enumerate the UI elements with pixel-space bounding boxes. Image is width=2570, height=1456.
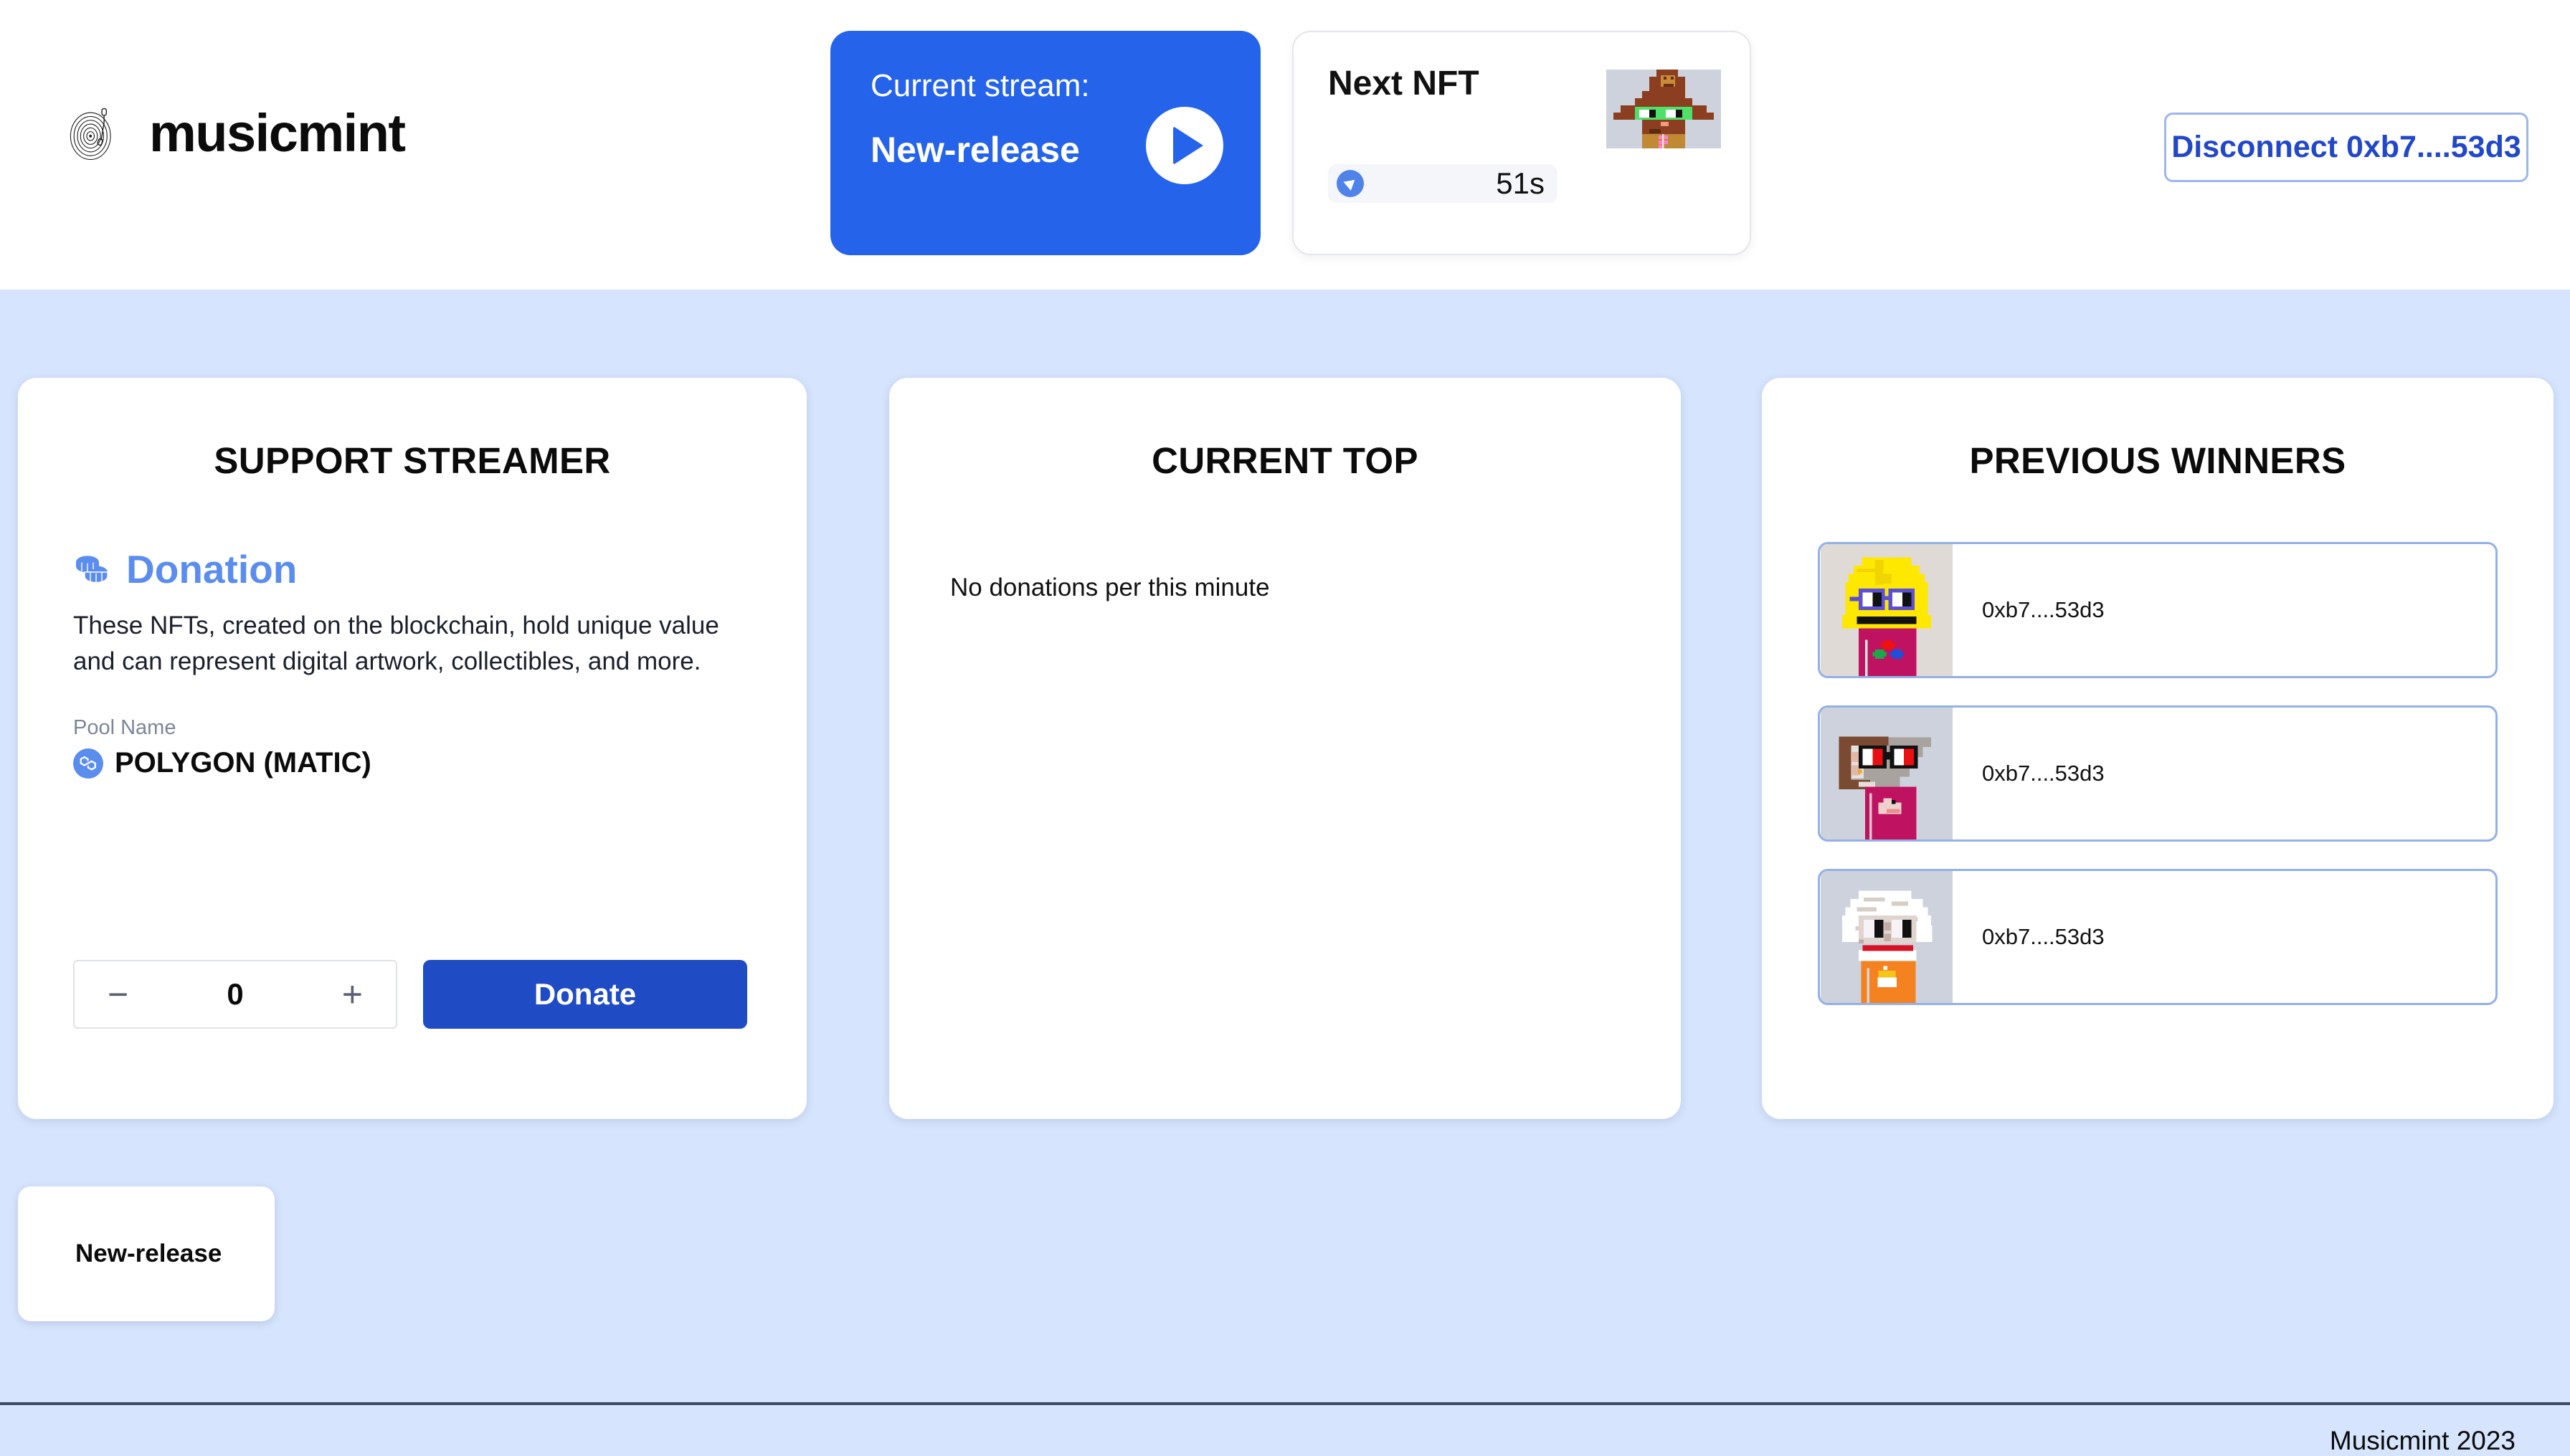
donation-heading-row: Donation xyxy=(73,546,807,592)
quantity-stepper[interactable]: − 0 + xyxy=(73,960,397,1029)
vinyl-record-icon xyxy=(70,108,111,161)
footer-divider xyxy=(0,1402,2570,1405)
increment-button[interactable]: + xyxy=(338,976,367,1012)
donation-description: These NFTs, created on the blockchain, h… xyxy=(73,612,719,675)
disconnect-wallet-button[interactable]: Disconnect 0xb7....53d3 xyxy=(2164,113,2528,182)
footer-copyright: Musicmint 2023 xyxy=(2329,1426,2516,1455)
previous-winners-card: PREVIOUS WINNERS 0xb7....53d3 0xb7....53… xyxy=(1762,378,2554,1119)
support-streamer-title: SUPPORT STREAMER xyxy=(214,440,611,481)
next-nft-countdown-bar: 51s xyxy=(1328,164,1557,203)
winner-address: 0xb7....53d3 xyxy=(1982,597,2105,622)
pool-name-value: POLYGON (MATIC) xyxy=(115,747,371,779)
timer-icon xyxy=(1337,170,1364,197)
winner-avatar-yellow xyxy=(1821,544,1953,676)
winner-avatar-white xyxy=(1821,871,1953,1003)
winner-avatar-brown xyxy=(1821,708,1953,839)
pool-name-label: Pool Name xyxy=(73,716,176,740)
brand-logo[interactable]: musicmint xyxy=(60,99,406,168)
winner-address: 0xb7....53d3 xyxy=(1982,924,2105,949)
donate-button[interactable]: Donate xyxy=(423,960,747,1029)
main-content: SUPPORT STREAMER Donation These NFTs, cr… xyxy=(0,290,2570,1455)
play-icon xyxy=(1173,126,1203,165)
next-nft-thumbnail xyxy=(1606,70,1721,148)
previous-winners-list: 0xb7....53d3 0xb7....53d3 0xb7....53d3 xyxy=(1762,542,2554,1005)
stream-chip-label: New-release xyxy=(75,1239,222,1267)
previous-winners-title: PREVIOUS WINNERS xyxy=(1969,440,2346,481)
donation-action-row: − 0 + Donate xyxy=(73,960,747,1029)
current-stream-card: Current stream: New-release xyxy=(830,31,1261,255)
coins-icon xyxy=(76,556,108,584)
quantity-value: 0 xyxy=(227,977,244,1011)
pool-row: POLYGON (MATIC) xyxy=(73,747,807,779)
polygon-icon xyxy=(73,748,103,779)
app-header: musicmint Current stream: New-release Ne… xyxy=(0,0,2570,290)
winner-row[interactable]: 0xb7....53d3 xyxy=(1818,705,2498,842)
winner-address: 0xb7....53d3 xyxy=(1982,761,2105,786)
decrement-button[interactable]: − xyxy=(103,976,133,1012)
donation-heading: Donation xyxy=(126,547,298,591)
winner-row[interactable]: 0xb7....53d3 xyxy=(1818,542,2498,678)
brand-name: musicmint xyxy=(149,103,406,163)
current-top-empty-message: No donations per this minute xyxy=(950,574,1270,601)
next-nft-countdown: 51s xyxy=(1496,166,1545,200)
current-stream-label: Current stream: xyxy=(871,68,1090,103)
play-button[interactable] xyxy=(1146,107,1223,184)
next-nft-card: Next NFT 51s xyxy=(1292,31,1751,255)
stream-chip[interactable]: New-release xyxy=(18,1186,275,1321)
current-top-title: CURRENT TOP xyxy=(1152,440,1418,481)
support-streamer-card: SUPPORT STREAMER Donation These NFTs, cr… xyxy=(18,378,807,1119)
current-top-card: CURRENT TOP No donations per this minute xyxy=(889,378,1681,1119)
winner-row[interactable]: 0xb7....53d3 xyxy=(1818,869,2498,1005)
